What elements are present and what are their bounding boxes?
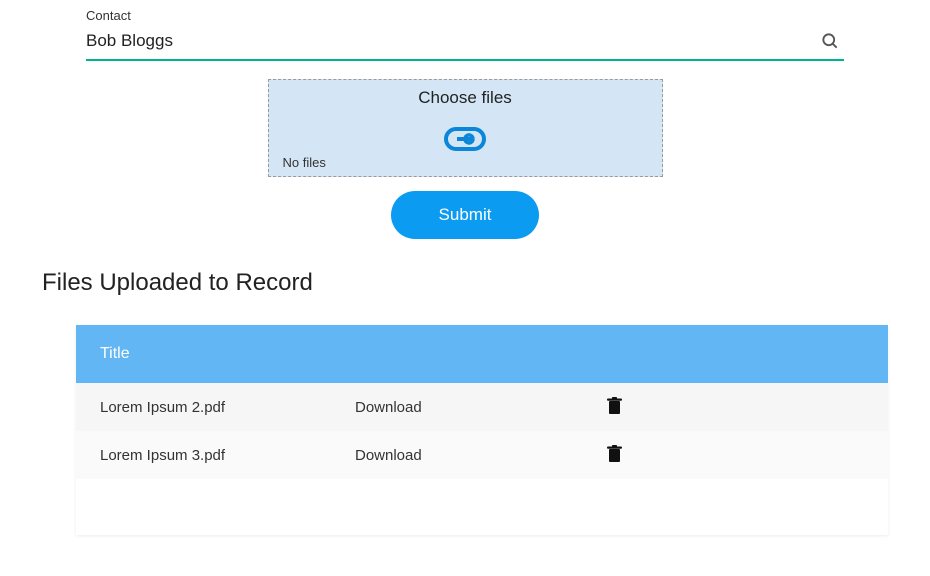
download-link[interactable]: Download [355,447,422,464]
trash-icon [607,397,622,415]
file-title: Lorem Ipsum 3.pdf [100,447,355,464]
delete-button[interactable] [605,395,624,417]
paperclip-icon [269,126,662,152]
contact-input[interactable] [86,31,816,51]
table-row: Lorem Ipsum 3.pdfDownload [76,431,888,479]
table-footer [76,479,888,535]
section-heading: Files Uploaded to Record [42,269,930,297]
table-header-title: Title [76,325,888,383]
contact-label: Contact [86,8,844,23]
download-link[interactable]: Download [355,399,422,416]
dropzone-status: No files [283,155,326,170]
files-table: Title Lorem Ipsum 2.pdfDownloadLorem Ips… [76,325,888,535]
file-dropzone[interactable]: Choose files No files [268,79,663,177]
dropzone-title: Choose files [269,88,662,108]
file-title: Lorem Ipsum 2.pdf [100,399,355,416]
trash-icon [607,445,622,463]
contact-search-button[interactable] [816,27,844,55]
submit-button[interactable]: Submit [391,191,540,239]
delete-button[interactable] [605,443,624,465]
search-icon [820,31,840,51]
contact-field-row [86,27,844,61]
table-row: Lorem Ipsum 2.pdfDownload [76,383,888,431]
